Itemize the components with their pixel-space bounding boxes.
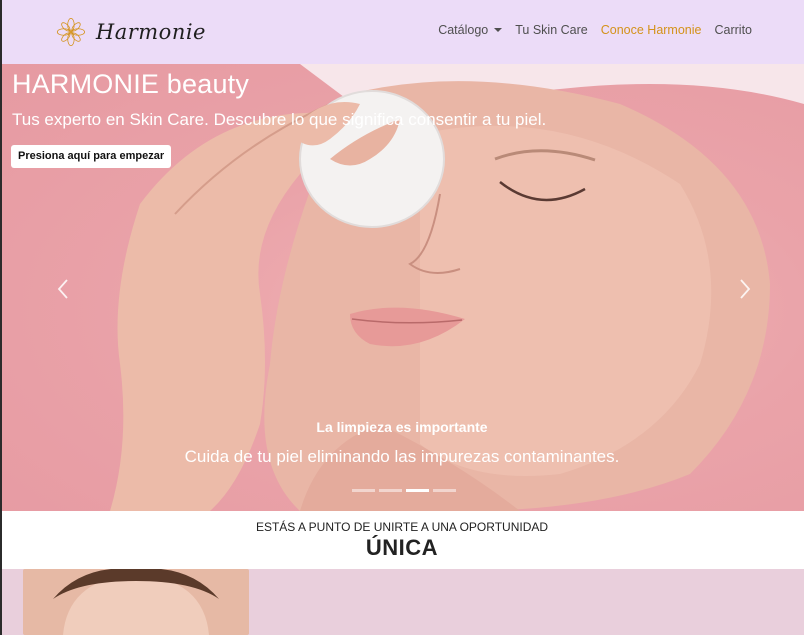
carousel-indicators — [352, 489, 460, 492]
carousel-next-button[interactable] — [730, 274, 760, 304]
carousel-indicator-2[interactable] — [379, 489, 402, 492]
section-kicker: ESTÁS A PUNTO DE UNIRTE A UNA OPORTUNIDA… — [255, 520, 549, 534]
nav-tu-skin-care[interactable]: Tu Skin Care — [515, 23, 587, 37]
nav-catalogo-label: Catálogo — [438, 23, 489, 37]
nav-conoce-harmonie[interactable]: Conoce Harmonie — [601, 23, 702, 37]
hero-photo — [110, 64, 804, 511]
nav-carrito-label: Carrito — [714, 23, 752, 37]
carousel-prev-button[interactable] — [48, 274, 78, 304]
chevron-left-icon — [57, 279, 68, 299]
nav-carrito[interactable]: Carrito — [714, 23, 752, 37]
nav-tu-skin-care-label: Tu Skin Care — [515, 23, 588, 37]
nav-catalogo[interactable]: Catálogo — [438, 23, 503, 37]
start-button[interactable]: Presiona aquí para empezar — [11, 145, 172, 168]
hero-title: HARMONIE beauty — [12, 69, 250, 99]
chevron-right-icon — [740, 279, 751, 299]
section-headline: ÚNICA — [365, 535, 439, 560]
caret-down-icon — [494, 28, 503, 32]
navbar: Harmonie Catálogo Tu Skin Care Conoce Ha… — [0, 0, 804, 64]
carousel-indicator-1[interactable] — [352, 489, 375, 492]
brand-link[interactable]: Harmonie — [56, 8, 206, 56]
carousel-indicator-4[interactable] — [433, 489, 456, 492]
carousel-caption-text: Cuida de tu piel eliminando las impureza… — [184, 447, 620, 466]
feature-photo — [23, 569, 249, 635]
hero-carousel: HARMONIE beauty Tus experto en Skin Care… — [0, 64, 804, 511]
flower-logo-icon — [56, 17, 85, 47]
brand-name: Harmonie — [95, 20, 206, 44]
window-edge — [0, 0, 2, 635]
nav-conoce-harmonie-label: Conoce Harmonie — [600, 23, 702, 37]
carousel-caption-title: La limpieza es importante — [316, 419, 488, 435]
main-nav: Catálogo Tu Skin Care Conoce Harmonie Ca… — [425, 23, 752, 37]
carousel-indicator-3[interactable] — [406, 489, 429, 492]
hero-subtitle: Tus experto en Skin Care. Descubre lo qu… — [12, 110, 547, 129]
